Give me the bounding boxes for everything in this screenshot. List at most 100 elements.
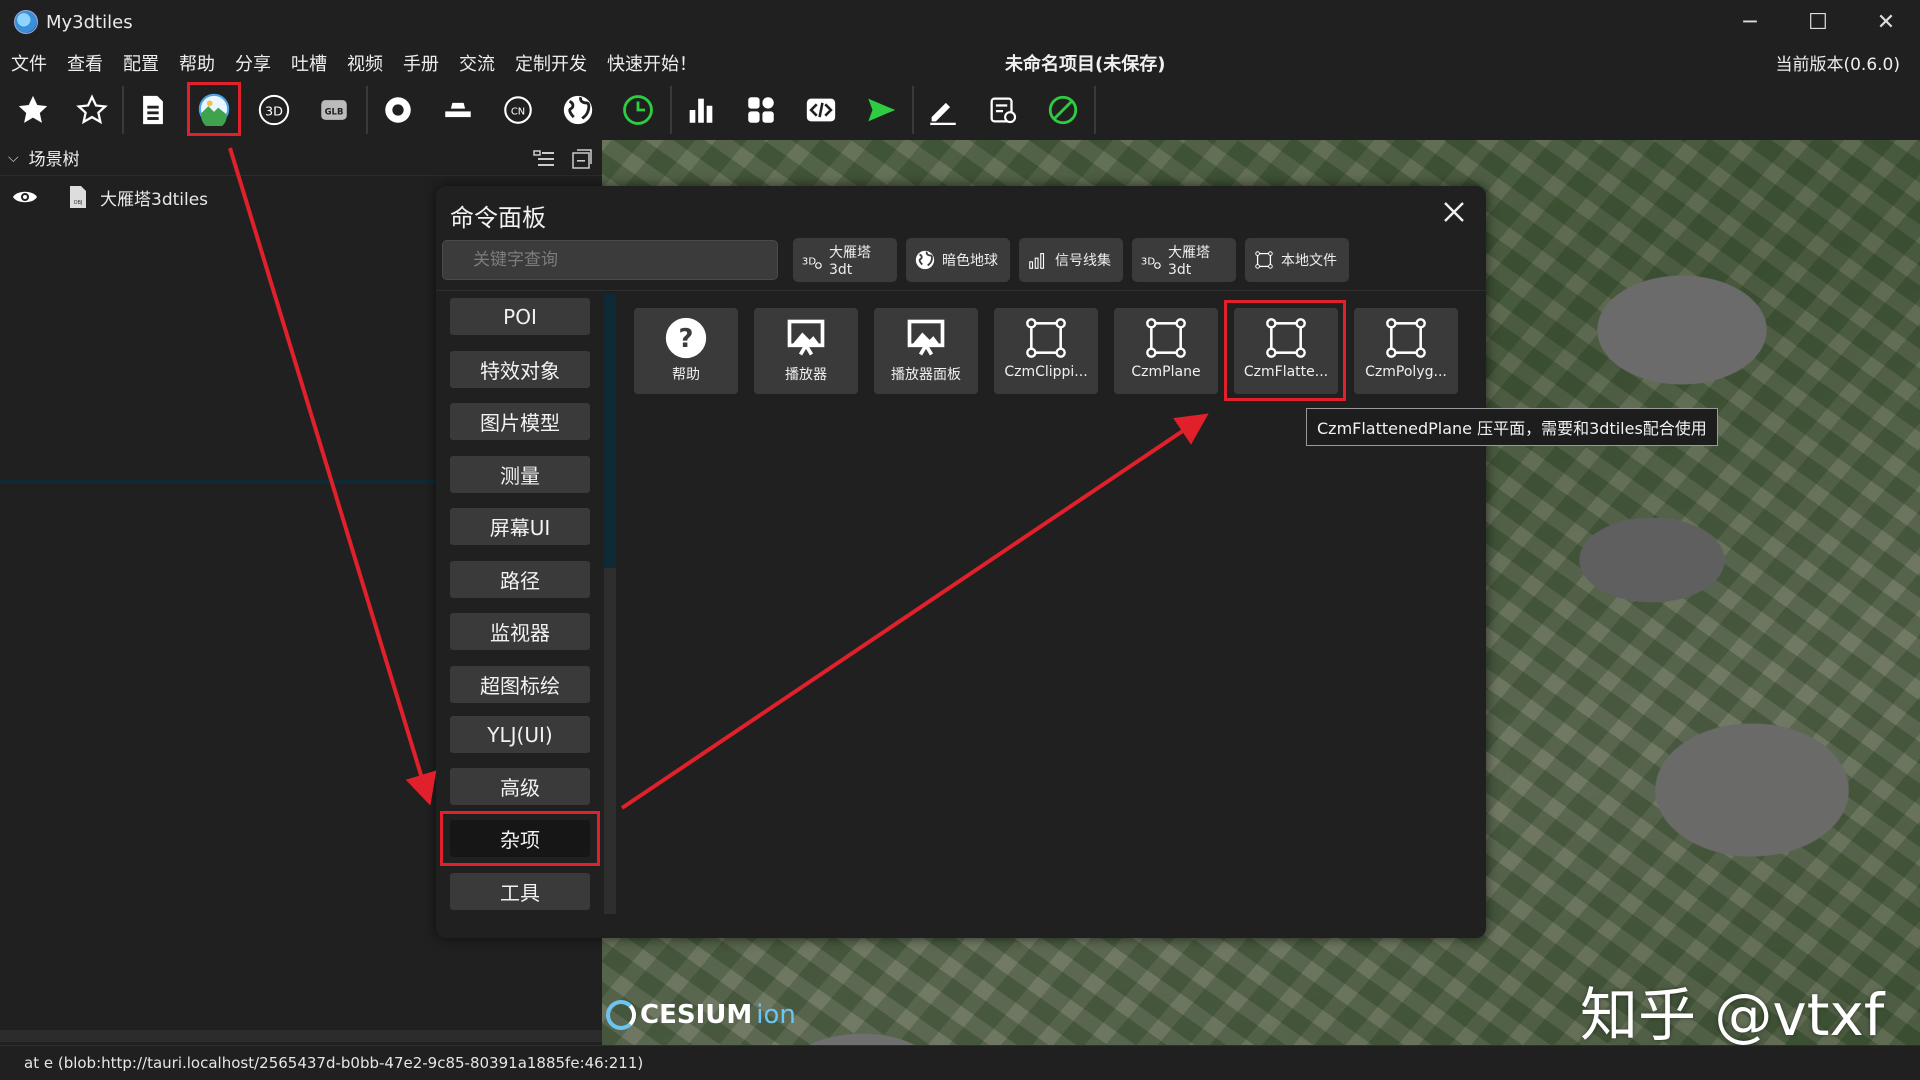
help-icon: ?: [665, 317, 707, 359]
cesium-logo-text: CESIUM: [640, 1000, 753, 1030]
command-help[interactable]: ? 帮助: [634, 308, 738, 394]
svg-text:OBJ: OBJ: [74, 200, 83, 206]
menu-custom-dev[interactable]: 定制开发: [506, 50, 596, 76]
command-label: 帮助: [672, 367, 700, 383]
recent-chip-label: 大雁塔3dt: [1168, 245, 1210, 278]
command-czm-polygon[interactable]: CzmPolyg...: [1354, 308, 1458, 394]
poi-icon[interactable]: [373, 85, 423, 135]
play-icon[interactable]: [856, 85, 906, 135]
command-label: CzmPlane: [1131, 364, 1201, 380]
command-czm-plane[interactable]: CzmPlane: [1114, 308, 1218, 394]
terrain-icon[interactable]: [433, 85, 483, 135]
category-measure[interactable]: 测量: [450, 456, 590, 493]
minimize-button[interactable]: ─: [1716, 0, 1784, 44]
command-tooltip: CzmFlattenedPlane 压平面，需要和3dtiles配合使用: [1306, 408, 1718, 446]
recent-chip-label: 本地文件: [1281, 253, 1337, 269]
category-path[interactable]: 路径: [450, 561, 590, 598]
edit-icon[interactable]: [918, 85, 968, 135]
menu-view[interactable]: 查看: [58, 50, 112, 76]
clock-icon[interactable]: [613, 85, 663, 135]
document-icon[interactable]: [128, 85, 178, 135]
menu-file[interactable]: 文件: [2, 50, 56, 76]
app-logo-icon: [14, 10, 38, 34]
star-outline-icon[interactable]: [67, 85, 117, 135]
code-icon[interactable]: [796, 85, 846, 135]
category-image-model[interactable]: 图片模型: [450, 403, 590, 440]
scene-tree-header: ⌵ 场景树: [0, 140, 602, 176]
menu-help[interactable]: 帮助: [170, 50, 224, 76]
image-model-icon[interactable]: [187, 82, 241, 136]
command-panel: 命令面板 3D 大雁塔3dt 暗色地球 信号线集 3D 大雁塔3dt 本地文件 …: [436, 186, 1486, 938]
close-window-button[interactable]: ✕: [1852, 0, 1920, 44]
recent-chip-5[interactable]: 本地文件: [1245, 238, 1349, 282]
recent-chip-1[interactable]: 3D 大雁塔3dt: [793, 238, 897, 282]
recent-chip-4[interactable]: 3D 大雁塔3dt: [1132, 238, 1236, 282]
command-panel-divider: [436, 290, 1486, 291]
category-effects[interactable]: 特效对象: [450, 351, 590, 388]
category-scrollbar-thumb[interactable]: [604, 294, 616, 568]
glb-icon[interactable]: GLB: [309, 85, 359, 135]
menu-config[interactable]: 配置: [114, 50, 168, 76]
menu-community[interactable]: 交流: [450, 50, 504, 76]
menu-feedback[interactable]: 吐槽: [282, 50, 336, 76]
maximize-button[interactable]: ☐: [1784, 0, 1852, 44]
menu-share[interactable]: 分享: [226, 50, 280, 76]
project-title: 未命名项目(未保存): [1005, 54, 1166, 75]
selection-frame-icon: [1146, 318, 1186, 358]
obj-file-icon: OBJ: [70, 186, 86, 208]
settings-list-icon[interactable]: [978, 85, 1028, 135]
recent-chip-3[interactable]: 信号线集: [1019, 238, 1123, 282]
selection-frame-icon: [1026, 318, 1066, 358]
command-player-panel[interactable]: 播放器面板: [874, 308, 978, 394]
app-title: My3dtiles: [46, 11, 133, 33]
tree-list-icon[interactable]: [532, 148, 556, 170]
collapse-all-icon[interactable]: [570, 148, 594, 170]
title-bar: My3dtiles ─ ☐ ✕: [0, 0, 1920, 44]
selection-frame-icon: [1386, 318, 1426, 358]
category-screen-ui[interactable]: 屏幕UI: [450, 508, 590, 545]
cesium-ion-logo: CESIUM ion: [606, 1000, 796, 1030]
category-highlight-box: [440, 811, 600, 866]
recent-chip-2[interactable]: 暗色地球: [906, 238, 1010, 282]
command-highlight-box: [1224, 300, 1346, 401]
command-label: CzmPolyg...: [1365, 364, 1447, 380]
command-czm-clipping[interactable]: CzmClippi...: [994, 308, 1098, 394]
star-filled-icon[interactable]: [8, 85, 58, 135]
command-search-input[interactable]: [442, 240, 778, 280]
status-bar: at e (blob:http://tauri.localhost/256543…: [0, 1045, 1920, 1080]
3d-tiles-icon: 3D: [802, 257, 822, 269]
horizontal-scrollbar[interactable]: [0, 1030, 602, 1042]
command-label: 播放器面板: [891, 367, 961, 383]
category-supermap-plot[interactable]: 超图标绘: [450, 666, 590, 703]
svg-text:3D: 3D: [1141, 257, 1155, 268]
grid-apps-icon[interactable]: [736, 85, 786, 135]
cesium-ion-text: ion: [756, 1000, 796, 1030]
menu-quick-start[interactable]: 快速开始！: [598, 50, 706, 76]
recent-chip-label: 暗色地球: [942, 253, 998, 269]
globe-icon[interactable]: [553, 85, 603, 135]
category-advanced[interactable]: 高级: [450, 768, 590, 805]
cn-icon[interactable]: CN: [493, 85, 543, 135]
cesium-swirl-icon: [606, 1000, 636, 1030]
chevron-down-icon[interactable]: ⌵: [8, 150, 19, 166]
tree-item-label: 大雁塔3dtiles: [100, 189, 209, 210]
player-panel-icon: [907, 319, 945, 356]
eye-icon[interactable]: [12, 188, 38, 206]
recent-chip-label: 信号线集: [1055, 253, 1111, 269]
category-tools[interactable]: 工具: [450, 873, 590, 910]
3d-icon[interactable]: 3D: [249, 85, 299, 135]
recent-chip-label: 大雁塔3dt: [829, 245, 871, 278]
bar-chart-icon[interactable]: [676, 85, 726, 135]
globe-icon: [915, 250, 935, 270]
category-poi[interactable]: POI: [450, 298, 590, 335]
menu-manual[interactable]: 手册: [394, 50, 448, 76]
close-icon[interactable]: [1440, 198, 1468, 226]
status-text: at e (blob:http://tauri.localhost/256543…: [24, 1054, 644, 1072]
command-player[interactable]: 播放器: [754, 308, 858, 394]
disable-icon[interactable]: [1038, 85, 1088, 135]
menu-video[interactable]: 视频: [338, 50, 392, 76]
category-monitor[interactable]: 监视器: [450, 613, 590, 650]
category-ylj-ui[interactable]: YLJ(UI): [450, 716, 590, 753]
svg-text:3D: 3D: [802, 257, 816, 268]
command-label: CzmClippi...: [1004, 364, 1088, 380]
